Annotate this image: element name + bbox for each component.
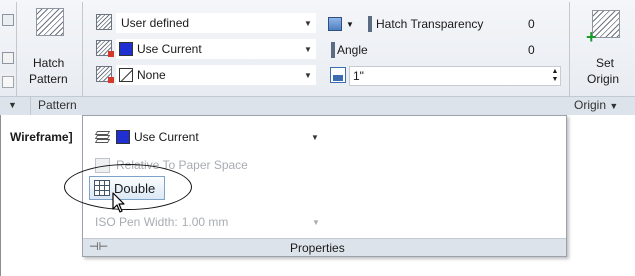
hatch-color-combo[interactable]: Use Current ▼ — [116, 39, 316, 59]
spacing-icon — [330, 67, 346, 83]
chevron-down-icon[interactable]: ▼ — [309, 218, 323, 227]
transparency-slider-handle[interactable] — [368, 16, 372, 32]
set-origin-button[interactable]: + Set Origin — [578, 4, 628, 94]
hatch-pattern-label-line2: Pattern — [29, 72, 68, 86]
background-color-combo[interactable]: None ▼ — [116, 65, 316, 85]
background-color-swatch — [119, 68, 133, 82]
background-color-value: None — [137, 68, 166, 82]
background-color-icon-dot — [108, 77, 114, 83]
hatch-color-icon-dot — [108, 51, 114, 57]
chevron-down-icon[interactable]: ▼ — [301, 71, 315, 80]
angle-field[interactable]: Angle — [330, 40, 500, 60]
hatch-type-value: User defined — [121, 16, 190, 30]
angle-slider-handle[interactable] — [331, 42, 335, 58]
canvas-left-edge — [0, 115, 1, 276]
viewport-style-label[interactable]: Wireframe] — [10, 130, 73, 144]
spacing-input[interactable]: 1" ▲ ▼ — [349, 66, 561, 86]
origin-expand-icon: ▼ — [609, 101, 619, 111]
set-origin-label-line2: Origin — [587, 72, 620, 86]
chevron-down-icon[interactable]: ▼ — [301, 19, 315, 28]
partial-left-icon-2[interactable] — [2, 52, 14, 64]
pattern-panel-label: Pattern — [38, 98, 77, 112]
iso-pen-width-value: 1.00 mm — [181, 215, 229, 229]
hatch-type-combo[interactable]: User defined ▼ — [116, 13, 316, 33]
ribbon: Hatch Pattern User defined ▼ Use Current… — [0, 0, 635, 115]
properties-footer: ⊣⊢ Properties — [83, 238, 566, 256]
properties-footer-title: Properties — [290, 241, 345, 255]
angle-value[interactable]: 0 — [528, 43, 535, 57]
transparency-type-button[interactable]: ▼ — [328, 15, 358, 33]
chevron-down-icon[interactable]: ▼ — [301, 45, 315, 54]
iso-pen-width-row[interactable]: ISO Pen Width: 1.00 mm ▼ — [95, 212, 323, 232]
set-origin-plus: + — [586, 27, 597, 47]
callout-oval — [64, 164, 192, 210]
hatch-pattern-label-line1: Hatch — [33, 56, 65, 70]
spin-buttons-icon[interactable]: ▲ ▼ — [550, 68, 560, 84]
transparency-icon — [328, 17, 342, 31]
left-panel-expand-icon[interactable]: ▼ — [8, 97, 17, 114]
layer-color-swatch — [116, 130, 130, 144]
chevron-down-icon: ▼ — [346, 19, 354, 29]
hatch-transparency-value[interactable]: 0 — [528, 17, 535, 31]
hatch-pattern-button[interactable]: Hatch Pattern — [29, 4, 70, 94]
origin-panel-label[interactable]: Origin ▼ — [574, 97, 618, 114]
set-origin-label-line1: Set — [596, 56, 615, 70]
chevron-down-icon[interactable]: ▼ — [308, 133, 322, 142]
layer-icon — [94, 129, 111, 145]
pin-icon[interactable]: ⊣⊢ — [89, 240, 108, 253]
hatch-type-icon — [96, 14, 112, 30]
hatch-transparency-field[interactable]: Hatch Transparency — [367, 14, 501, 34]
mouse-pointer-icon — [112, 192, 125, 213]
angle-label: Angle — [337, 43, 368, 57]
hatch-color-swatch — [119, 42, 133, 56]
partial-left-icon-3[interactable] — [2, 76, 14, 88]
hatch-color-value: Use Current — [137, 42, 202, 56]
panel-title-band — [0, 96, 635, 115]
iso-pen-width-label: ISO Pen Width: — [95, 215, 178, 229]
layer-combo[interactable]: Use Current ▼ — [113, 127, 323, 147]
hatch-transparency-label: Hatch Transparency — [376, 17, 484, 31]
hatch-pattern-icon — [36, 8, 64, 36]
spacing-value: 1" — [353, 69, 364, 83]
layer-value: Use Current — [134, 130, 199, 144]
partial-left-icon-1[interactable] — [2, 14, 14, 26]
